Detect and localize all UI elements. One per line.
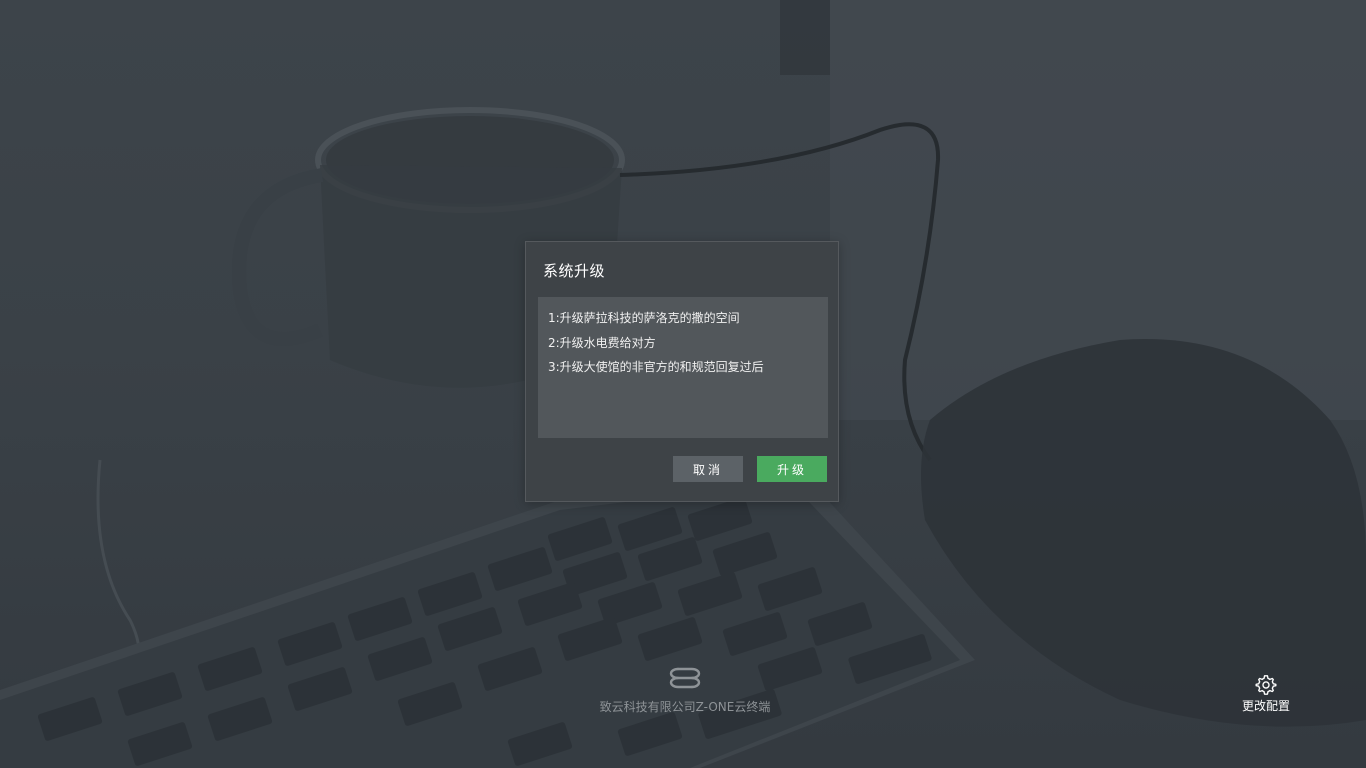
gear-icon [1255,675,1277,695]
upgrade-button[interactable]: 升级 [757,456,827,482]
cancel-button[interactable]: 取消 [673,456,743,482]
system-upgrade-dialog: 系统升级 1:升级萨拉科技的萨洛克的撒的空间 2:升级水电费给对方 3:升级大使… [525,241,839,502]
brand-footer: 致云科技有限公司Z-ONE云终端 [583,665,787,715]
dialog-title: 系统升级 [543,262,606,280]
desktop-screen: 系统升级 1:升级萨拉科技的萨洛克的撒的空间 2:升级水电费给对方 3:升级大使… [0,0,1366,768]
upgrade-note-item: 2:升级水电费给对方 [548,335,656,350]
change-config-button[interactable]: 更改配置 [1232,674,1300,714]
upgrade-note-item: 1:升级萨拉科技的萨洛克的撒的空间 [548,311,740,325]
upgrade-note-item: 3:升级大使馆的非官方的和规范回复过后 [548,360,764,374]
upgrade-notes-box[interactable]: 1:升级萨拉科技的萨洛克的撒的空间 2:升级水电费给对方 3:升级大使馆的非官方… [538,297,828,438]
brand-name: 致云科技有限公司Z-ONE云终端 [599,700,771,714]
change-config-label: 更改配置 [1241,699,1290,713]
z-one-logo-icon [669,667,701,689]
